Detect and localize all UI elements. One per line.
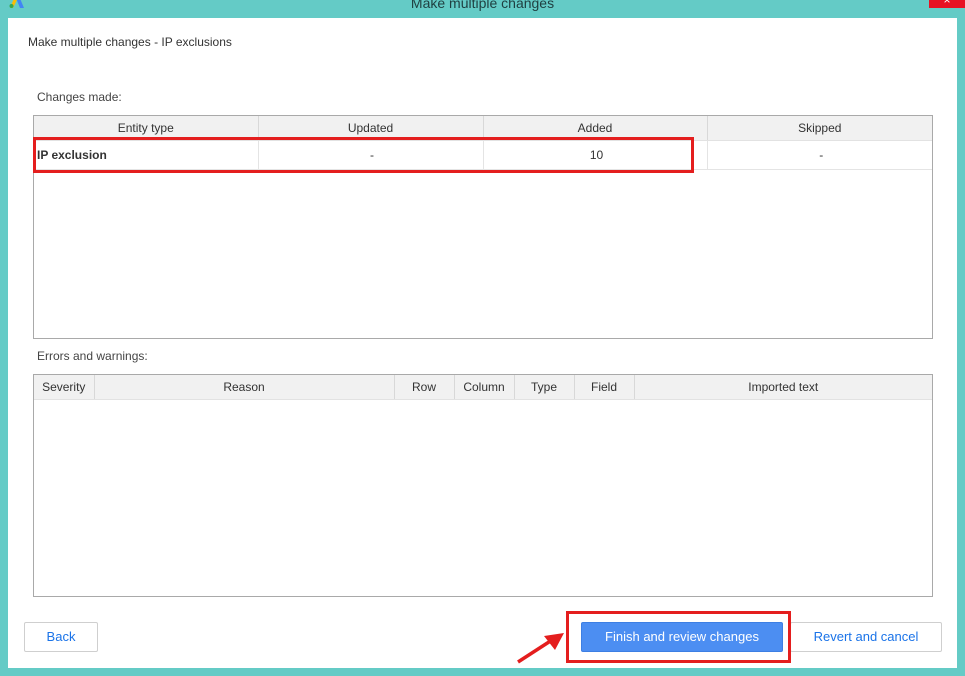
column-header-entity-type[interactable]: Entity type xyxy=(34,116,259,141)
column-header-added[interactable]: Added xyxy=(483,116,708,141)
column-header-row[interactable]: Row xyxy=(394,375,455,400)
cell-skipped: - xyxy=(707,140,932,170)
back-button[interactable]: Back xyxy=(24,622,98,652)
column-header-type[interactable]: Type xyxy=(514,375,575,400)
changes-made-label: Changes made: xyxy=(37,90,122,104)
column-header-severity[interactable]: Severity xyxy=(34,375,95,400)
column-header-reason[interactable]: Reason xyxy=(94,375,395,400)
cell-entity-type: IP exclusion xyxy=(34,140,259,170)
table-row[interactable]: IP exclusion - 10 - xyxy=(34,140,932,170)
title-bar: Make multiple changes × xyxy=(0,0,965,18)
red-arrow-icon xyxy=(517,633,564,664)
column-header-imported-text[interactable]: Imported text xyxy=(634,375,932,400)
window-title: Make multiple changes xyxy=(410,0,555,11)
errors-table-header: Severity Reason Row Column Type Field Im… xyxy=(34,375,932,400)
errors-warnings-label: Errors and warnings: xyxy=(37,349,148,363)
column-header-updated[interactable]: Updated xyxy=(258,116,484,141)
changes-table: Entity type Updated Added Skipped IP exc… xyxy=(33,115,933,339)
column-header-column[interactable]: Column xyxy=(454,375,515,400)
column-header-skipped[interactable]: Skipped xyxy=(707,116,932,141)
cell-added: 10 xyxy=(483,140,708,170)
changes-table-header: Entity type Updated Added Skipped xyxy=(34,116,932,141)
errors-table: Severity Reason Row Column Type Field Im… xyxy=(33,374,933,597)
finish-and-review-button[interactable]: Finish and review changes xyxy=(581,622,783,652)
dialog: Make multiple changes - IP exclusions Ch… xyxy=(8,18,957,668)
revert-and-cancel-button[interactable]: Revert and cancel xyxy=(790,622,942,652)
close-button[interactable]: × xyxy=(929,0,965,8)
column-header-field[interactable]: Field xyxy=(574,375,635,400)
cell-updated: - xyxy=(258,140,484,170)
dialog-subtitle: Make multiple changes - IP exclusions xyxy=(28,35,232,49)
